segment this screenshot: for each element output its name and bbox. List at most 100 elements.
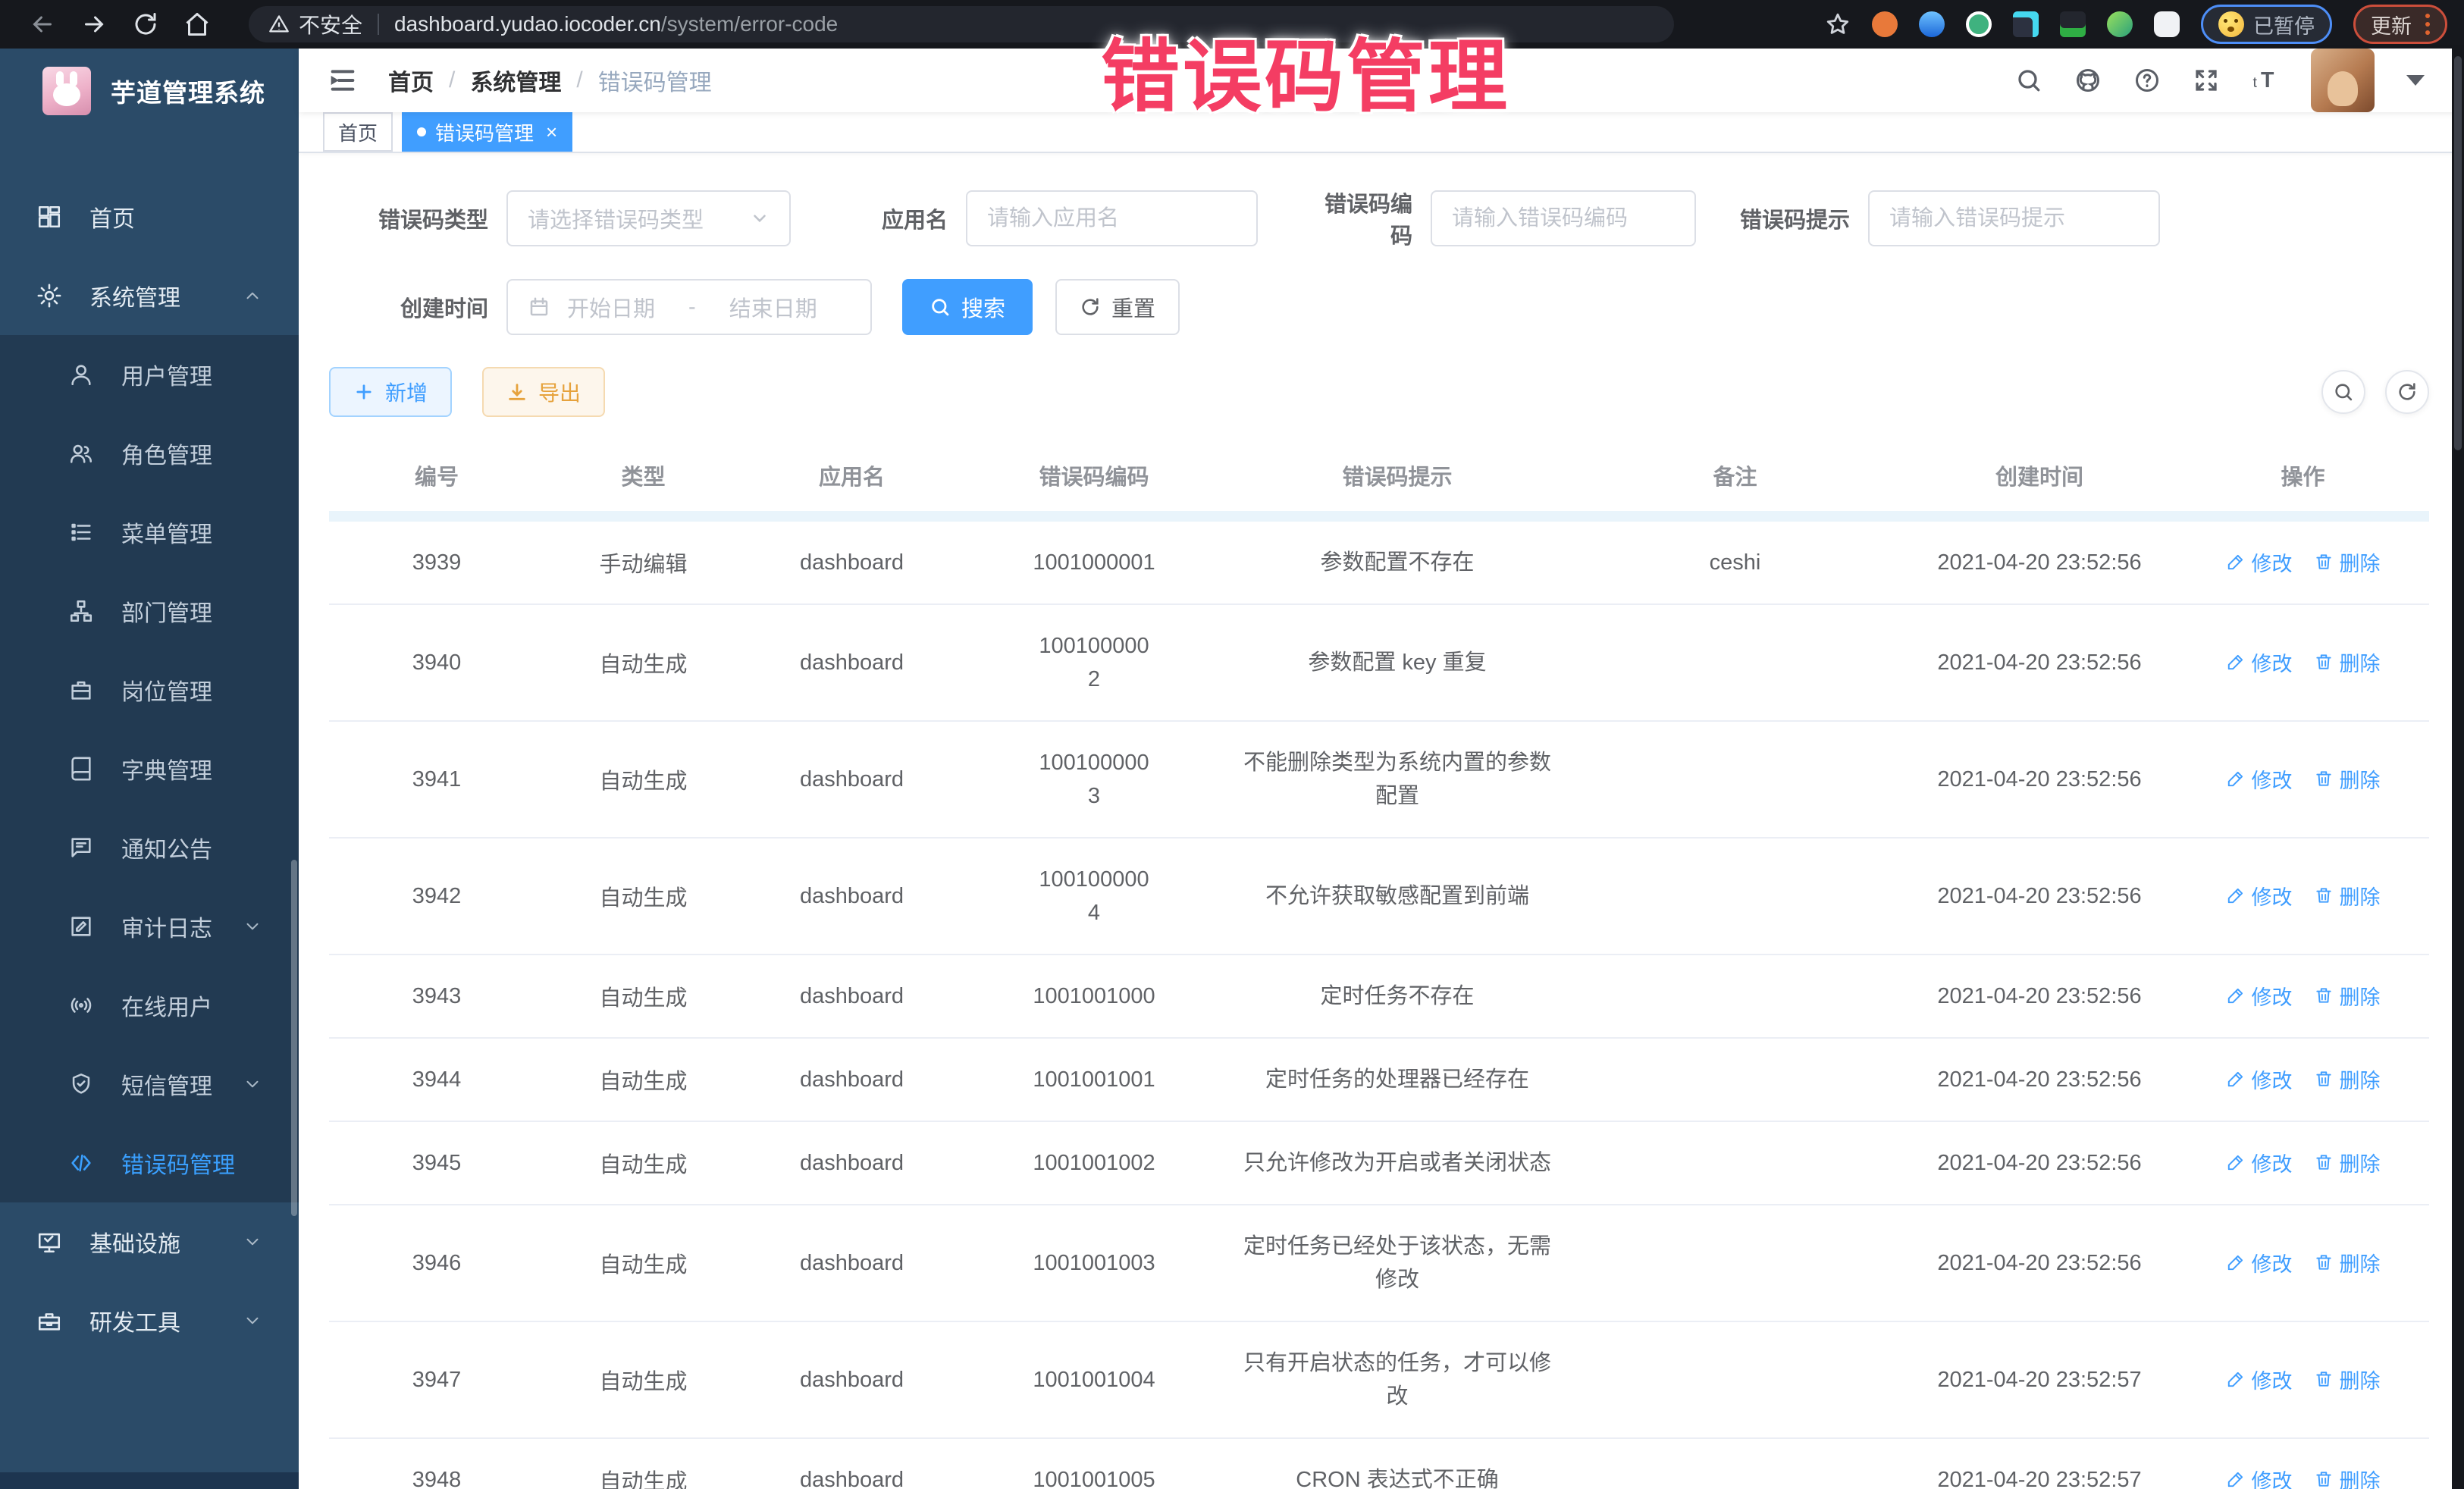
export-button[interactable]: 导出 (482, 367, 605, 417)
delete-link[interactable]: 删除 (2314, 1248, 2381, 1277)
sidebar-item[interactable]: 基础设施 (0, 1202, 299, 1281)
sidebar-item[interactable]: 短信管理 (0, 1045, 299, 1124)
home-icon[interactable] (183, 11, 211, 38)
delete-link[interactable]: 删除 (2314, 1148, 2381, 1177)
table-row[interactable]: 3945自动生成dashboard1001001002只允许修改为开启或者关闭状… (329, 1121, 2429, 1205)
edit-link[interactable]: 修改 (2226, 1248, 2293, 1277)
edit-link[interactable]: 修改 (2226, 1064, 2293, 1094)
paused-label: 已暂停 (2253, 10, 2315, 39)
sidebar-item[interactable]: 岗位管理 (0, 650, 299, 729)
fullscreen-icon[interactable] (2193, 67, 2220, 94)
column-header: 类型 (544, 443, 742, 511)
toggle-search-button[interactable] (2321, 370, 2365, 414)
edit-icon (2226, 769, 2246, 788)
breadcrumb-item[interactable]: 首页 (388, 64, 434, 97)
table-row[interactable]: 3942自动生成dashboard100100000 4不允许获取敏感配置到前端… (329, 838, 2429, 955)
delete-link[interactable]: 删除 (2314, 1465, 2381, 1489)
app-logo[interactable]: 芋道管理系统 (0, 49, 299, 133)
tab-active[interactable]: 错误码管理× (402, 112, 572, 152)
forward-icon[interactable] (80, 11, 108, 38)
sidebar-item[interactable]: 菜单管理 (0, 493, 299, 572)
page-scrollbar[interactable] (2452, 49, 2464, 1489)
tab-item[interactable]: 首页 (323, 112, 393, 152)
extension-icon[interactable] (1919, 11, 1945, 37)
sidebar-item[interactable]: 角色管理 (0, 414, 299, 493)
close-icon[interactable]: × (546, 122, 557, 142)
table-row[interactable]: 3947自动生成dashboard1001001004只有开启状态的任务，才可以… (329, 1321, 2429, 1438)
table-row[interactable]: 3946自动生成dashboard1001001003定时任务已经处于该状态，无… (329, 1205, 2429, 1321)
edit-link[interactable]: 修改 (2226, 1365, 2293, 1394)
edit-link[interactable]: 修改 (2226, 881, 2293, 911)
edit-link[interactable]: 修改 (2226, 1148, 2293, 1177)
back-icon[interactable] (29, 11, 56, 38)
edit-link[interactable]: 修改 (2226, 981, 2293, 1011)
browser-update-button[interactable]: 更新 (2353, 5, 2447, 44)
sidebar-item[interactable]: 字典管理 (0, 729, 299, 808)
sidebar-item[interactable]: 审计日志 (0, 887, 299, 966)
error-code-input[interactable] (1431, 190, 1696, 246)
sidebar-item[interactable]: 研发工具 (0, 1281, 299, 1360)
sidebar-item[interactable]: 部门管理 (0, 572, 299, 650)
chevron-down-icon[interactable] (2406, 75, 2425, 86)
scrollbar-thumb[interactable] (2454, 56, 2462, 450)
sidebar-item[interactable]: 用户管理 (0, 335, 299, 414)
edit-link[interactable]: 修改 (2226, 764, 2293, 794)
code-icon (68, 1150, 94, 1176)
cell-msg: 参数配置 key 重复 (1227, 604, 1568, 721)
delete-link[interactable]: 删除 (2314, 547, 2381, 577)
table-row[interactable]: 3941自动生成dashboard100100000 3不能删除类型为系统内置的… (329, 721, 2429, 838)
table-row[interactable]: 3940自动生成dashboard100100000 2参数配置 key 重复2… (329, 604, 2429, 721)
error-hint-input[interactable] (1868, 190, 2160, 246)
github-icon[interactable] (2074, 67, 2102, 94)
extension-puzzle-icon[interactable] (2154, 11, 2180, 37)
breadcrumb-item[interactable]: 系统管理 (470, 64, 561, 97)
table-row[interactable]: 3939手动编辑dashboard1001000001参数配置不存在ceshi2… (329, 522, 2429, 604)
delete-link[interactable]: 删除 (2314, 881, 2381, 911)
reload-icon[interactable] (132, 11, 159, 38)
font-size-icon[interactable]: tT (2252, 67, 2279, 94)
help-icon[interactable] (2133, 67, 2161, 94)
search-icon[interactable] (2015, 67, 2042, 94)
table-row[interactable]: 3944自动生成dashboard1001001001定时任务的处理器已经存在2… (329, 1038, 2429, 1121)
add-button[interactable]: 新增 (329, 367, 452, 417)
cell-id: 3948 (329, 1438, 544, 1489)
error-code-type-select[interactable]: 请选择错误码类型 (506, 190, 791, 246)
user-avatar[interactable] (2311, 49, 2375, 112)
delete-link[interactable]: 删除 (2314, 981, 2381, 1011)
table-row[interactable]: 3943自动生成dashboard1001001000定时任务不存在2021-0… (329, 955, 2429, 1038)
sidebar-item[interactable]: 首页 (0, 177, 299, 256)
extension-icon[interactable] (2107, 11, 2133, 37)
sidebar-item[interactable]: 错误码管理 (0, 1124, 299, 1202)
extension-icon[interactable] (2013, 11, 2039, 37)
app-name-input[interactable] (966, 190, 1258, 246)
extension-icon[interactable] (1872, 11, 1898, 37)
edit-link[interactable]: 修改 (2226, 1465, 2293, 1489)
delete-link[interactable]: 删除 (2314, 1064, 2381, 1094)
profile-paused-pill[interactable]: 已暂停 (2201, 5, 2332, 44)
cell-time: 2021-04-20 23:52:56 (1902, 955, 2177, 1038)
cell-type: 自动生成 (544, 1121, 742, 1205)
search-button[interactable]: 搜索 (902, 279, 1033, 335)
refresh-icon (1080, 296, 1101, 318)
field-label: 应用名 (876, 202, 948, 234)
sidebar-item[interactable]: 系统管理 (0, 256, 299, 335)
edit-link[interactable]: 修改 (2226, 647, 2293, 677)
extension-icon[interactable] (2060, 11, 2086, 37)
reset-button[interactable]: 重置 (1055, 279, 1180, 335)
edit-link[interactable]: 修改 (2226, 547, 2293, 577)
extension-icon[interactable] (1966, 11, 1992, 37)
refresh-table-button[interactable] (2385, 370, 2429, 414)
field-label: 错误码提示 (1740, 202, 1850, 234)
date-range-picker[interactable]: 开始日期 - 结束日期 (506, 279, 872, 335)
delete-link[interactable]: 删除 (2314, 764, 2381, 794)
edit-icon (2226, 986, 2246, 1005)
sidebar-item[interactable]: 在线用户 (0, 966, 299, 1045)
browser-menu-icon[interactable] (2425, 14, 2430, 35)
sidebar-scrollbar[interactable] (291, 860, 297, 1216)
delete-link[interactable]: 删除 (2314, 647, 2381, 677)
sidebar-item[interactable]: 通知公告 (0, 808, 299, 887)
bookmark-star-icon[interactable] (1825, 11, 1851, 37)
table-row[interactable]: 3948自动生成dashboard1001001005CRON 表达式不正确20… (329, 1438, 2429, 1489)
delete-link[interactable]: 删除 (2314, 1365, 2381, 1394)
hamburger-icon[interactable] (328, 65, 358, 96)
